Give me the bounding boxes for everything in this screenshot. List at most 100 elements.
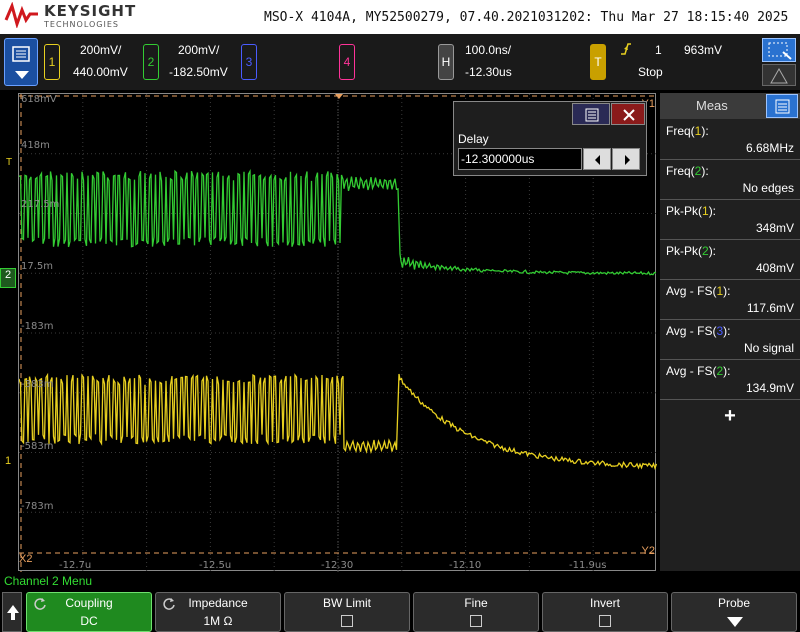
delay-input[interactable]: -12.300000us <box>458 148 582 170</box>
close-icon <box>623 109 635 121</box>
meas-item-value: 408mV <box>755 261 794 275</box>
meas-func: Freq( <box>666 164 695 178</box>
ch2-offset: -182.50mV <box>169 65 228 79</box>
meas-menu-button[interactable] <box>766 94 798 118</box>
list-icon <box>585 108 599 122</box>
checkbox <box>341 615 353 627</box>
run-state: Stop <box>638 65 663 79</box>
delay-readout: -12.30us <box>465 65 512 79</box>
x-label-0: -12.7u <box>59 560 92 571</box>
horizontal-button[interactable]: H <box>438 44 454 80</box>
delay-decrement-button[interactable] <box>583 148 611 170</box>
meas-item-name: Avg - FS(2): <box>666 364 731 378</box>
popup-close-button[interactable] <box>611 103 645 125</box>
trigger-button[interactable]: T <box>590 44 606 80</box>
softkey-invert[interactable]: Invert <box>542 592 668 632</box>
y-label-4: -183m <box>21 321 54 332</box>
y-label-5: -383m <box>21 379 54 390</box>
oscilloscope-screen: KEYSIGHT TECHNOLOGIES MSO-X 4104A, MY525… <box>0 0 800 632</box>
meas-item-name: Avg - FS(3): <box>666 324 731 338</box>
top-banner: KEYSIGHT TECHNOLOGIES MSO-X 4104A, MY525… <box>0 0 800 34</box>
checkbox <box>599 615 611 627</box>
ch1-offset: 440.00mV <box>73 65 128 79</box>
y-label-0: 618mV <box>21 94 57 105</box>
channel-4-button[interactable]: 4 <box>339 44 355 80</box>
meas-func: Freq( <box>666 124 695 138</box>
x-label-1: -12.5u <box>199 560 232 571</box>
meas-item[interactable]: Pk-Pk(1): 348mV <box>660 200 800 240</box>
trigger-level-marker[interactable]: T <box>6 157 12 168</box>
channel-1-button[interactable]: 1 <box>44 44 60 80</box>
meas-func: Pk-Pk( <box>666 204 702 218</box>
meas-item[interactable]: Avg - FS(2): 134.9mV <box>660 360 800 400</box>
channel-2-button[interactable]: 2 <box>143 44 159 80</box>
ch2-scale: 200mV/ <box>178 43 220 57</box>
touch-toggle-button[interactable] <box>762 64 796 86</box>
delay-increment-button[interactable] <box>612 148 640 170</box>
softkey-fine[interactable]: Fine <box>413 592 539 632</box>
x2-cursor-marker[interactable]: X2 <box>19 553 32 565</box>
x-label-2: -12.30 <box>321 560 354 571</box>
meas-header: Meas <box>660 93 800 119</box>
arrow-up-icon <box>7 605 19 620</box>
meas-item[interactable]: Freq(1): 6.68MHz <box>660 120 800 160</box>
meas-item-value: 117.6mV <box>746 301 794 315</box>
meas-suffix: ): <box>723 364 731 378</box>
y-label-3: 17.5m <box>21 261 54 272</box>
softkey-bw-limit[interactable]: BW Limit <box>284 592 410 632</box>
y-label-6: -583m <box>21 441 54 452</box>
meas-item-name: Freq(2): <box>666 164 709 178</box>
ch1-scale: 200mV/ <box>80 43 122 57</box>
y2-cursor-marker[interactable]: Y2 <box>642 545 655 557</box>
y-label-7: -783m <box>21 501 54 512</box>
chevron-left-icon <box>595 155 600 165</box>
meas-suffix: ): <box>708 244 717 258</box>
softkey-label: Fine <box>464 596 488 610</box>
softkey-label: Probe <box>717 596 751 610</box>
brand-name: KEYSIGHT <box>44 2 137 20</box>
meas-item[interactable]: Freq(2): No edges <box>660 160 800 200</box>
meas-channel: 1 <box>702 204 709 218</box>
meas-item-value: 348mV <box>755 221 794 235</box>
trigger-level: 963mV <box>684 43 723 57</box>
meas-item[interactable]: Avg - FS(1): 117.6mV <box>660 280 800 320</box>
meas-item-name: Freq(1): <box>666 124 709 138</box>
softkey-probe[interactable]: Probe <box>671 592 797 632</box>
y-label-1: 418m <box>21 140 50 151</box>
chevron-right-icon <box>625 155 630 165</box>
keysight-wave-icon <box>4 1 38 29</box>
y-label-2: 217.5m <box>21 199 60 210</box>
keysight-logo: KEYSIGHT TECHNOLOGIES <box>4 1 137 32</box>
meas-item[interactable]: Pk-Pk(2): 408mV <box>660 240 800 280</box>
rotate-knob-icon <box>34 598 46 610</box>
menu-icon <box>12 46 30 79</box>
arrow-down-icon <box>727 617 743 627</box>
ch1-ground-marker[interactable]: 1 <box>0 455 16 475</box>
meas-item-value: No signal <box>743 341 794 355</box>
list-icon <box>775 99 790 114</box>
meas-func: Avg - FS( <box>666 284 717 298</box>
zoom-box-button[interactable] <box>762 38 796 62</box>
timebase: 100.0ns/ <box>465 43 512 57</box>
channel-bar: 1 200mV/ 440.00mV 2 200mV/ -182.50mV 3 4… <box>0 34 800 90</box>
meas-item-value: 134.9mV <box>745 381 794 395</box>
meas-item-name: Avg - FS(1): <box>666 284 731 298</box>
softkey-coupling[interactable]: Coupling DC <box>26 592 152 632</box>
menu-up-button[interactable] <box>2 592 22 632</box>
main-menu-button[interactable] <box>4 38 38 86</box>
add-measurement-button[interactable]: + <box>660 405 800 428</box>
zoom-box-icon <box>768 42 792 60</box>
ch2-ground-marker[interactable]: 2 <box>0 268 16 288</box>
meas-item-value: 6.68MHz <box>745 141 794 155</box>
softkey-value: 1M Ω <box>203 614 233 628</box>
rotate-knob-icon <box>163 598 175 610</box>
measurements-panel: Meas Freq(1): 6.68MHz Freq(2): No edges Pk-P… <box>660 93 800 571</box>
softkey-impedance[interactable]: Impedance 1M Ω <box>155 592 281 632</box>
delay-popup: Delay -12.300000us <box>453 101 647 176</box>
softkey-label: Invert <box>589 596 620 610</box>
channel-3-button[interactable]: 3 <box>241 44 257 80</box>
x-label-3: -12.10 <box>449 560 482 571</box>
popup-menu-button[interactable] <box>572 103 610 125</box>
meas-title: Meas <box>696 98 728 113</box>
meas-item[interactable]: Avg - FS(3): No signal <box>660 320 800 360</box>
